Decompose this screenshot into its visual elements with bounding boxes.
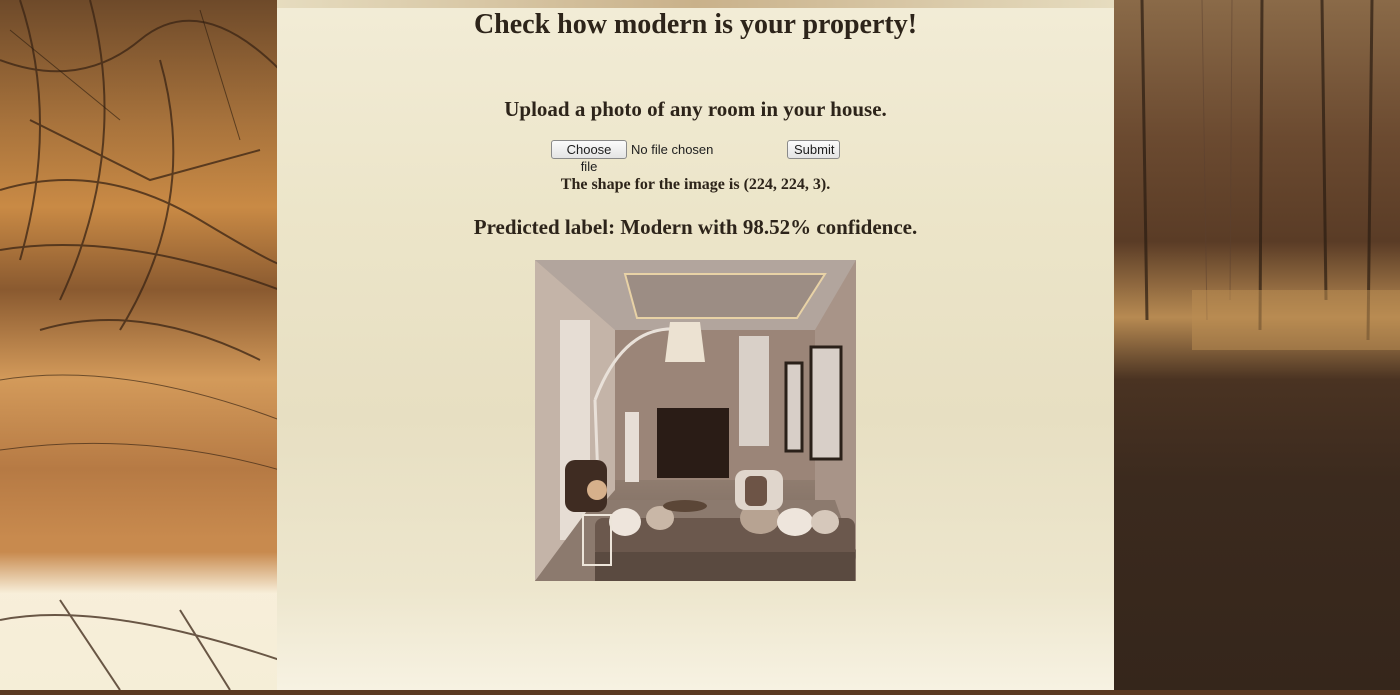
background-autumn-trees-left	[0, 0, 285, 691]
room-photo-illustration	[535, 260, 856, 581]
trees-illustration	[1140, 0, 1400, 350]
background-dark-forest-right	[1112, 0, 1400, 690]
page-title: Check how modern is your property!	[473, 9, 918, 40]
choose-file-button[interactable]: Choose file	[551, 140, 627, 174]
upload-instructions: Upload a photo of any room in your house…	[504, 97, 887, 121]
branches-illustration	[0, 0, 285, 691]
image-shape-text: The shape for the image is (224, 224, 3)…	[560, 176, 831, 193]
top-strip	[277, 0, 1114, 8]
uploaded-room-photo	[535, 260, 856, 581]
file-status-text: No file chosen	[631, 142, 714, 157]
prediction-label-text: Predicted label: Modern with 98.52% conf…	[473, 215, 918, 239]
submit-button[interactable]: Submit	[787, 140, 840, 159]
